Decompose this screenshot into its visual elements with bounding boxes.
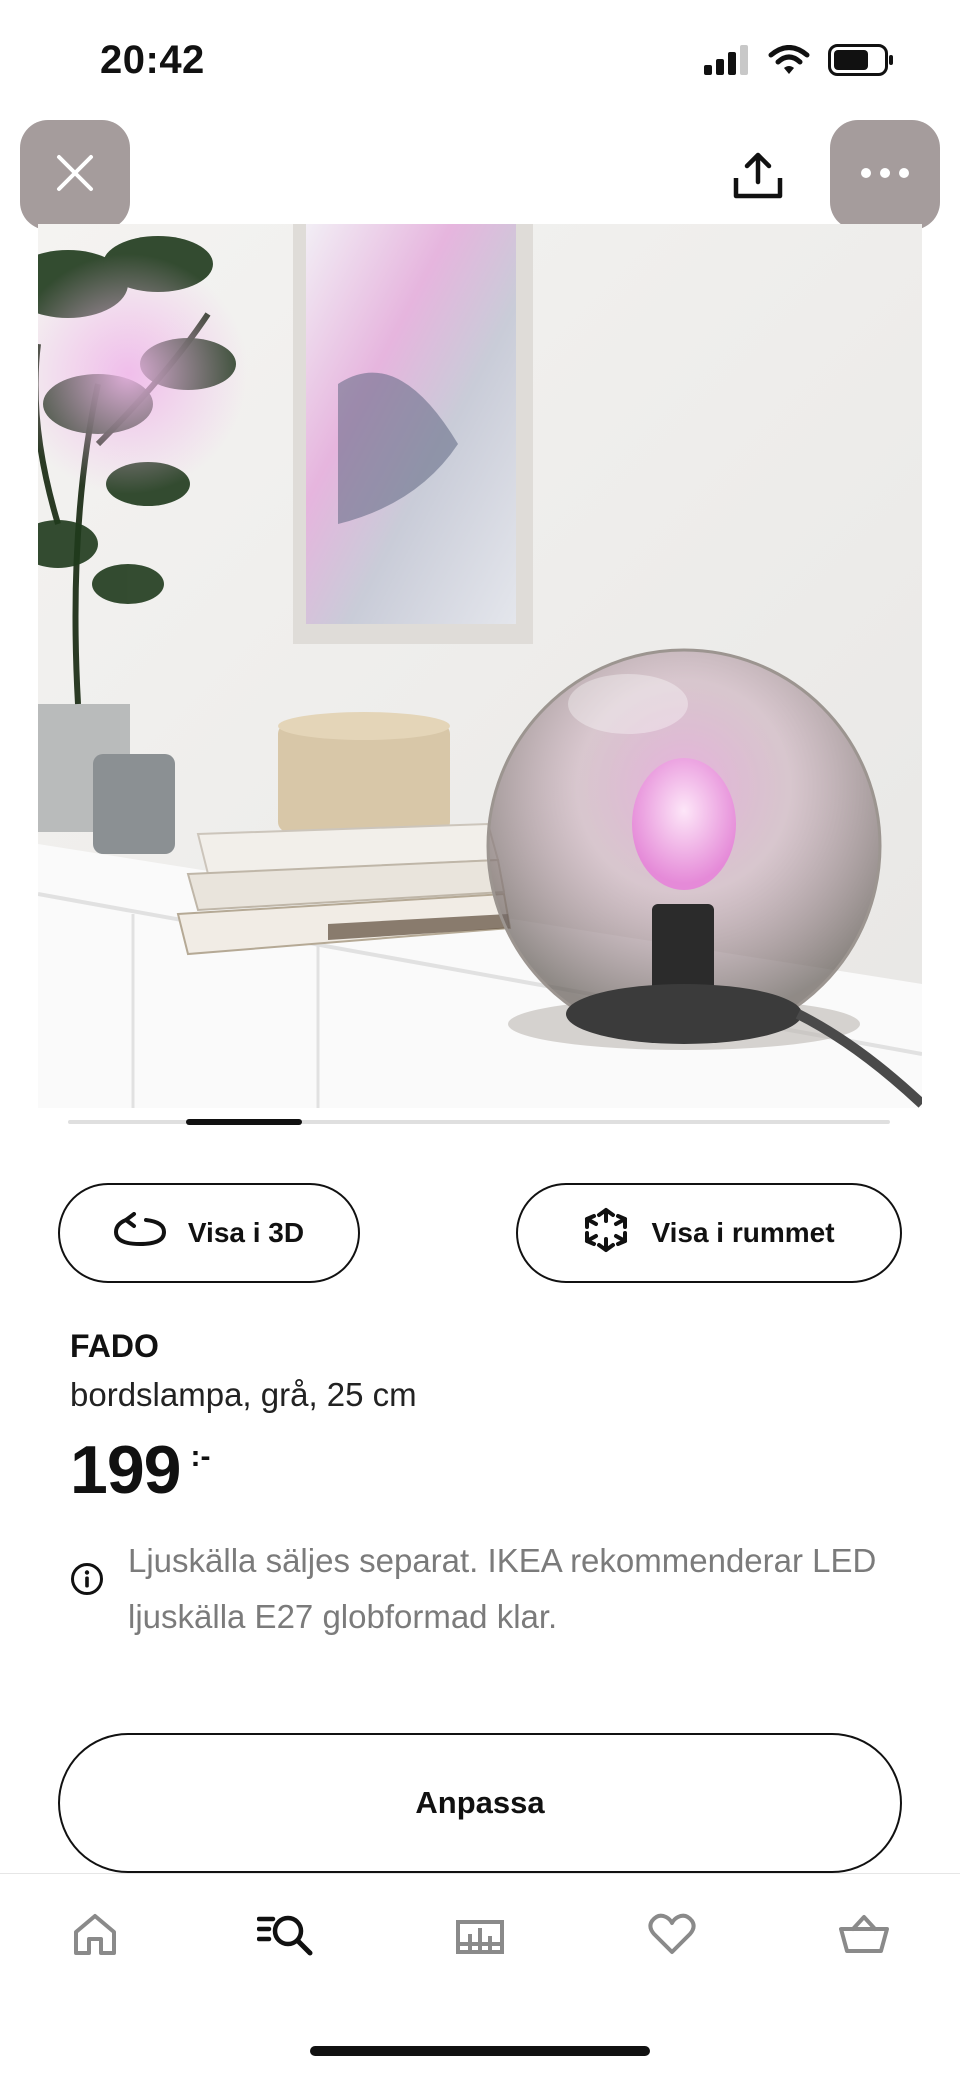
favorites-icon — [648, 1913, 696, 1960]
cart-icon — [839, 1913, 889, 1960]
product-image[interactable] — [38, 224, 922, 1108]
light-source-notice: Ljuskälla säljes separat. IKEA rekommend… — [128, 1542, 877, 1635]
view-in-room-label: Visa i rummet — [651, 1217, 835, 1248]
bottom-navigation — [0, 1873, 960, 2078]
share-icon — [732, 152, 784, 205]
close-icon — [55, 153, 95, 198]
rooms-icon — [454, 1914, 506, 1959]
view-in-room-button[interactable]: Visa i rummet — [516, 1183, 902, 1283]
view-3d-button[interactable]: Visa i 3D — [58, 1183, 360, 1283]
price-value: 199 — [70, 1432, 181, 1508]
rotate-3d-icon — [113, 1211, 166, 1255]
nav-cart[interactable] — [832, 1904, 896, 1968]
customize-label: Anpassa — [415, 1785, 545, 1820]
nav-favorites[interactable] — [640, 1904, 704, 1968]
carousel-position-indicator[interactable] — [186, 1119, 302, 1125]
share-button[interactable] — [722, 142, 794, 214]
home-indicator[interactable] — [310, 2046, 650, 2056]
nav-search[interactable] — [254, 1904, 318, 1968]
nav-rooms[interactable] — [448, 1904, 512, 1968]
close-button[interactable] — [20, 120, 130, 230]
wifi-icon — [768, 45, 810, 80]
price-suffix: :- — [190, 1440, 211, 1473]
product-name: FADO — [70, 1328, 159, 1364]
home-icon — [72, 1912, 118, 1961]
search-icon — [256, 1911, 315, 1962]
status-icons — [704, 44, 894, 81]
status-time: 20:42 — [100, 38, 205, 82]
info-icon — [70, 1562, 104, 1596]
customize-button[interactable]: Anpassa — [58, 1733, 902, 1873]
more-options-button[interactable] — [830, 120, 940, 230]
status-bar: 20:42 — [0, 0, 960, 120]
signal-icon — [704, 45, 750, 80]
ar-view-icon — [583, 1207, 629, 1260]
more-icon — [860, 166, 910, 184]
view-3d-label: Visa i 3D — [187, 1217, 305, 1248]
battery-icon — [828, 44, 894, 81]
product-price: 199 :- — [70, 1436, 210, 1504]
top-bar — [0, 120, 960, 230]
nav-home[interactable] — [63, 1904, 127, 1968]
product-description: bordslampa, grå, 25 cm — [70, 1376, 417, 1413]
